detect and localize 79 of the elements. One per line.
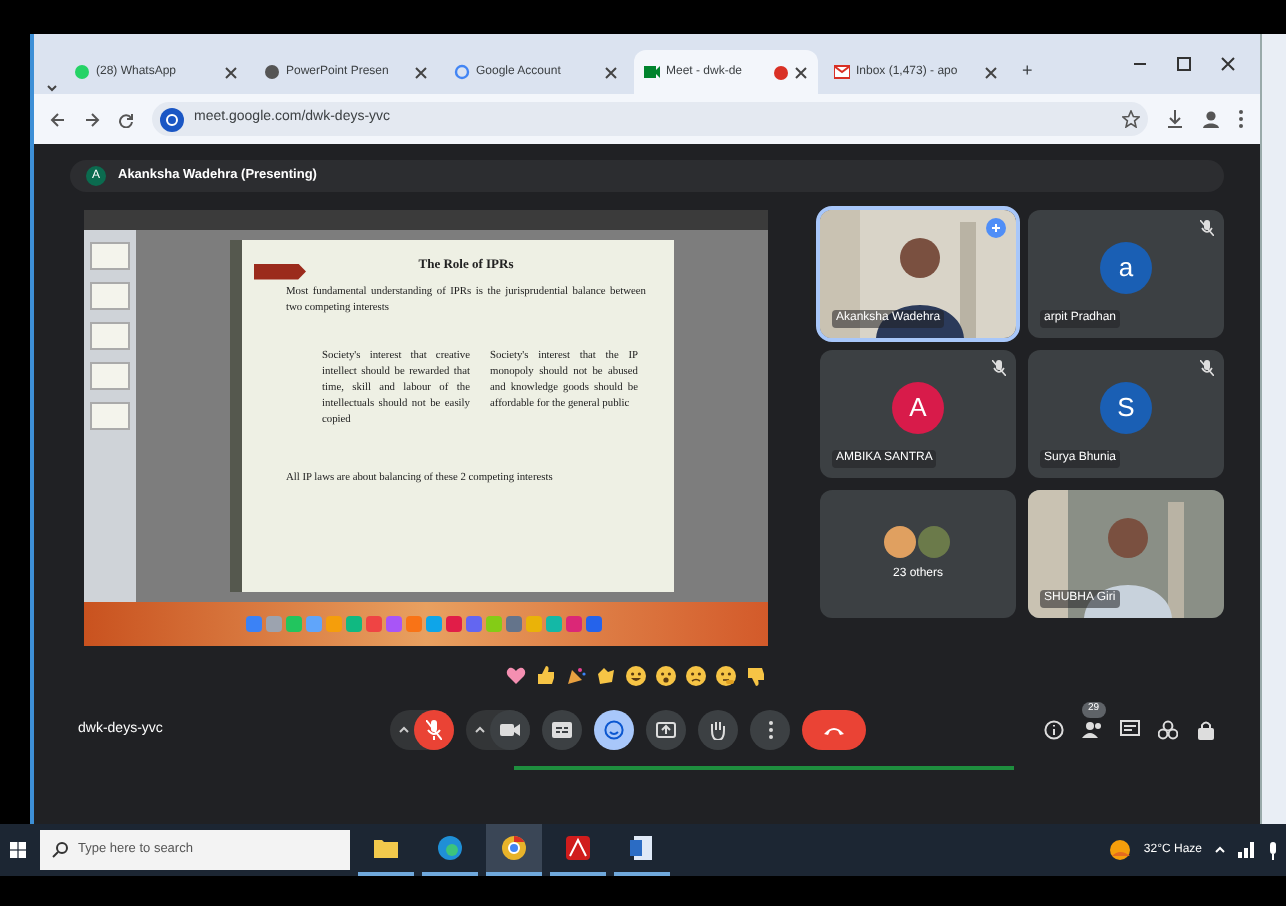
- network-icon[interactable]: [1238, 842, 1256, 858]
- slide-thumbnail[interactable]: [90, 362, 130, 390]
- tab-favicon-icon: [264, 64, 280, 80]
- raise-hand-button[interactable]: [698, 710, 738, 750]
- microphone-button[interactable]: [414, 710, 454, 750]
- avatar-group-icon: [884, 525, 952, 557]
- shapes-icon: [1158, 720, 1178, 740]
- phone-icon: [822, 724, 846, 736]
- emoji-button[interactable]: [594, 710, 634, 750]
- thumbs-up-icon[interactable]: [535, 666, 555, 686]
- back-icon[interactable]: [50, 111, 66, 127]
- pin-icon[interactable]: [986, 218, 1006, 238]
- heart-icon[interactable]: [505, 666, 525, 686]
- tab-favicon-icon: [834, 64, 850, 80]
- lock-icon: [1196, 720, 1216, 740]
- profile-icon[interactable]: [1202, 110, 1220, 128]
- new-tab-button[interactable]: +: [1014, 50, 1041, 94]
- shapes-button[interactable]: [1158, 720, 1178, 740]
- site-info-icon[interactable]: [160, 107, 184, 131]
- chrome-icon: [500, 834, 528, 862]
- search-icon: [52, 842, 68, 858]
- captions-icon: [552, 722, 572, 738]
- dropdown-icon[interactable]: [46, 82, 58, 94]
- info-icon: [1044, 720, 1064, 740]
- avatar: S: [1100, 382, 1152, 434]
- caret-icon[interactable]: [474, 726, 486, 734]
- chat-button[interactable]: [1120, 720, 1140, 740]
- microphone-icon: [426, 720, 442, 740]
- present-icon: [656, 722, 676, 738]
- arrow-tag: [254, 263, 306, 280]
- people-icon: [1082, 720, 1102, 740]
- slide-thumbnail[interactable]: [90, 282, 130, 310]
- caret-icon[interactable]: [398, 726, 410, 734]
- document-icon: [628, 834, 656, 862]
- camera-icon: [500, 722, 520, 738]
- forward-icon[interactable]: [84, 111, 100, 127]
- party-popper-icon[interactable]: [565, 666, 585, 686]
- close-icon[interactable]: [414, 65, 428, 79]
- taskbar-app-button[interactable]: [486, 824, 542, 876]
- tab-favicon-icon: [644, 64, 660, 80]
- end-call-button[interactable]: [802, 710, 866, 750]
- slide-thumbnail[interactable]: [90, 402, 130, 430]
- smiley-icon: [604, 720, 624, 740]
- close-icon[interactable]: [794, 65, 808, 79]
- close-icon[interactable]: [1220, 56, 1236, 72]
- camera-button[interactable]: [490, 710, 530, 750]
- maximize-icon[interactable]: [1176, 56, 1192, 72]
- edge-icon: [436, 834, 464, 862]
- close-icon[interactable]: [604, 65, 618, 79]
- avatar: a: [1100, 242, 1152, 294]
- reload-icon[interactable]: [118, 111, 134, 127]
- info-button[interactable]: [1044, 720, 1064, 740]
- more-icon: [767, 720, 773, 740]
- lock-button[interactable]: [1196, 720, 1216, 740]
- thumbs-down-icon[interactable]: [745, 666, 765, 686]
- microphone-icon[interactable]: [1268, 841, 1278, 859]
- chat-icon: [1120, 720, 1140, 740]
- hand-icon: [710, 720, 726, 740]
- surprised-face-icon[interactable]: [655, 666, 675, 686]
- close-icon[interactable]: [224, 65, 238, 79]
- slide-thumbnail[interactable]: [90, 242, 130, 270]
- slide-thumbnail[interactable]: [90, 322, 130, 350]
- tab-favicon-icon: [454, 64, 470, 80]
- star-icon[interactable]: [1122, 110, 1140, 128]
- download-icon[interactable]: [1166, 110, 1184, 128]
- acrobat-icon: [564, 834, 592, 862]
- more-options-button[interactable]: [750, 710, 790, 750]
- close-icon[interactable]: [984, 65, 998, 79]
- present-button[interactable]: [646, 710, 686, 750]
- captions-button[interactable]: [542, 710, 582, 750]
- more-icon[interactable]: [1238, 110, 1244, 128]
- folder-icon: [372, 834, 400, 862]
- avatar: A: [892, 382, 944, 434]
- tab-favicon-icon: [74, 64, 90, 80]
- thinking-face-icon[interactable]: [715, 666, 735, 686]
- sad-face-icon[interactable]: [685, 666, 705, 686]
- windows-start-icon[interactable]: [4, 836, 32, 864]
- laughing-face-icon[interactable]: [625, 666, 645, 686]
- weather-icon: [1107, 838, 1132, 862]
